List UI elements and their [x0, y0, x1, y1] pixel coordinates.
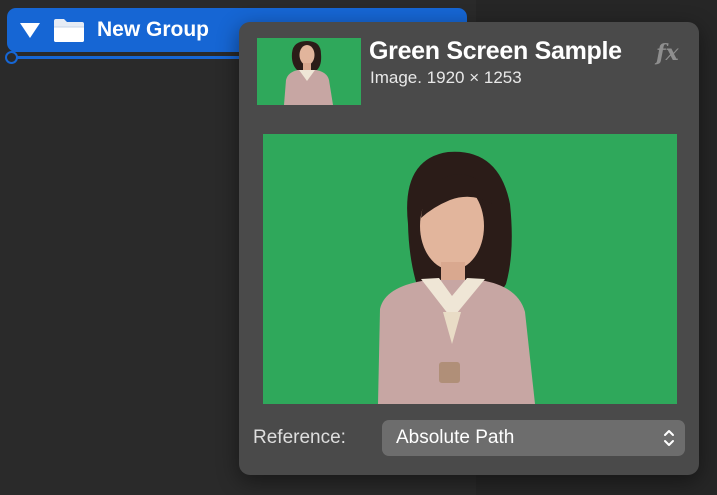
group-title: New Group	[97, 18, 210, 41]
image-info-popover: Green Screen Sample Image. 1920 × 1253 f…	[239, 22, 699, 475]
disclosure-triangle-icon[interactable]	[19, 21, 41, 39]
select-stepper-icon	[664, 430, 674, 446]
drop-indicator-ring	[5, 51, 18, 64]
reference-select[interactable]: Absolute Path	[382, 420, 685, 456]
drop-indicator-line	[16, 56, 271, 59]
image-thumbnail	[257, 38, 361, 105]
fx-label[interactable]: fx	[656, 40, 679, 66]
reference-label: Reference:	[253, 427, 346, 448]
item-subtitle: Image. 1920 × 1253	[370, 68, 522, 87]
item-title: Green Screen Sample	[369, 37, 622, 65]
reference-value: Absolute Path	[396, 427, 515, 448]
folder-icon	[54, 19, 84, 42]
image-preview	[263, 134, 677, 404]
